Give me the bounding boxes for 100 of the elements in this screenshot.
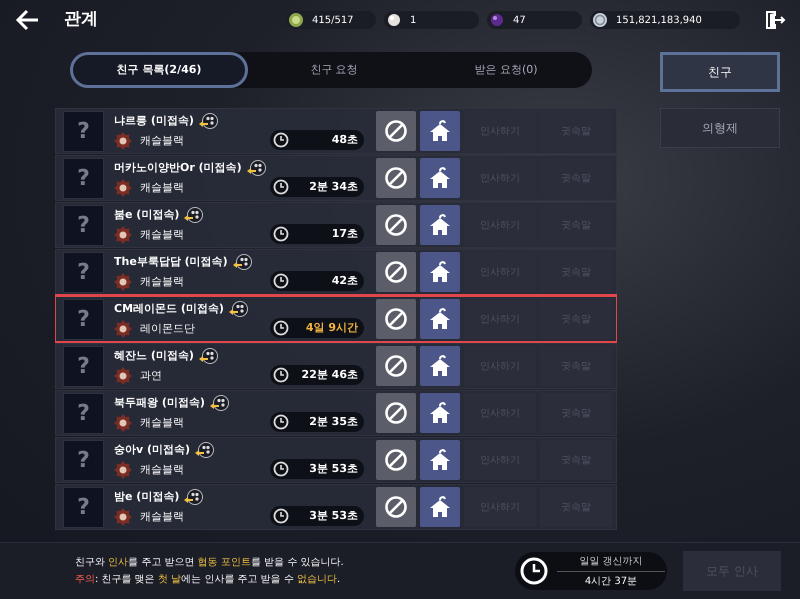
tab[interactable]: 친구 요청: [248, 52, 420, 88]
guild-emblem-icon: [114, 132, 132, 150]
house-icon: [428, 307, 452, 332]
home-visit-button[interactable]: [420, 111, 460, 151]
last-seen-time: 22분 46초: [302, 366, 358, 383]
side-tab[interactable]: 친구: [660, 52, 780, 92]
home-visit-button[interactable]: [420, 440, 460, 480]
block-icon: [384, 119, 408, 144]
avatar-placeholder: ?: [63, 110, 104, 152]
friend-name: 밤e (미접속): [114, 488, 180, 505]
block-button[interactable]: [376, 205, 416, 245]
pearl-icon: [386, 12, 402, 28]
block-icon: [384, 354, 408, 378]
clock-icon: [272, 131, 290, 149]
block-button[interactable]: [376, 111, 416, 151]
side-tab[interactable]: 의형제: [660, 108, 780, 148]
page-title: 관계: [64, 8, 98, 32]
block-button[interactable]: [376, 346, 416, 386]
home-visit-button[interactable]: [420, 205, 460, 245]
greeting-icon: [228, 300, 248, 318]
home-visit-button[interactable]: [420, 252, 460, 292]
notice-text: 친구와 인사를 주고 받으면 협동 포인트를 받을 수 있습니다.: [75, 556, 345, 570]
last-seen-time: 3분 53초: [309, 460, 358, 477]
clock-icon: [272, 319, 290, 337]
guild-name: 과연: [140, 368, 162, 384]
avatar-placeholder: ?: [63, 346, 104, 386]
guild-emblem-icon: [114, 461, 132, 479]
home-visit-button[interactable]: [420, 299, 460, 339]
avatar-placeholder: ?: [63, 486, 104, 528]
greeting-icon: [198, 112, 218, 130]
house-icon: [428, 354, 452, 378]
friend-name: 숭아v (미접속): [114, 442, 190, 458]
friend-name: 북두패왕 (미접속): [114, 394, 205, 411]
stamina-coin-icon: [288, 12, 304, 28]
house-icon: [428, 213, 452, 238]
guild-name: 캐슬블랙: [140, 414, 184, 431]
home-visit-button[interactable]: [420, 346, 460, 386]
block-icon: [384, 260, 408, 284]
notice-text: 주의: 친구를 맺은 첫 날에는 인사를 주고 받을 수 없습니다.: [75, 573, 342, 587]
currency-amount: 1: [410, 14, 416, 28]
reset-countdown: 4시간 37분: [584, 574, 638, 588]
block-icon: [384, 401, 408, 426]
block-button[interactable]: [376, 440, 416, 480]
greeting-icon: [232, 253, 252, 271]
greeting-icon: [183, 206, 204, 224]
guild-name: 캐슬블랙: [140, 462, 184, 478]
last-seen-time: 4일 9시간: [306, 320, 358, 336]
friend-name: 붐e (미접속): [114, 206, 180, 223]
greeting-icon: [194, 441, 214, 459]
block-button[interactable]: [376, 299, 416, 339]
block-icon: [384, 448, 408, 472]
last-seen-time: 2분 34초: [309, 178, 358, 195]
guild-name: 캐슬블랙: [140, 180, 184, 196]
clock-icon: [272, 272, 290, 290]
block-icon: [384, 166, 408, 190]
friend-name: 냐르릉 (미접속): [114, 112, 194, 129]
last-seen-time: 2분 35초: [309, 414, 358, 430]
block-icon: [384, 307, 408, 332]
last-seen-time: 48초: [332, 132, 358, 148]
guild-emblem-icon: [114, 273, 132, 291]
clock-icon: [519, 556, 549, 586]
guild-emblem-icon: [114, 226, 132, 244]
greeting-icon: [246, 159, 266, 177]
block-button[interactable]: [376, 252, 416, 292]
tab[interactable]: 친구 목록(2/46): [70, 52, 248, 88]
greeting-icon: [198, 347, 218, 365]
last-seen-time: 3분 53초: [309, 508, 358, 524]
coin-icon: [592, 12, 608, 28]
friend-name: The부룩답답 (미접속): [114, 254, 228, 270]
home-visit-button[interactable]: [420, 487, 460, 527]
guild-emblem-icon: [114, 179, 132, 197]
guild-name: 레이몬드단: [140, 320, 195, 337]
exit-icon[interactable]: [764, 9, 786, 31]
clock-icon: [272, 413, 290, 431]
tab[interactable]: 받은 요청(0): [420, 52, 592, 88]
greeting-icon: [208, 394, 229, 412]
guild-name: 캐슬블랙: [140, 274, 184, 290]
block-button[interactable]: [376, 393, 416, 433]
friend-name: 혜잔느 (미접속): [114, 348, 194, 364]
clock-icon: [272, 366, 290, 384]
guild-name: 캐슬블랙: [140, 226, 184, 243]
avatar-placeholder: ?: [63, 298, 104, 340]
last-seen-time: 42초: [332, 272, 358, 289]
guild-emblem-icon: [114, 367, 132, 385]
currency-amount: 151,821,183,940: [616, 14, 702, 28]
clock-icon: [272, 178, 290, 196]
block-button[interactable]: [376, 487, 416, 527]
clock-icon: [272, 507, 290, 525]
home-visit-button[interactable]: [420, 158, 460, 198]
currency-amount: 47: [513, 14, 526, 28]
home-visit-button[interactable]: [420, 393, 460, 433]
avatar-placeholder: ?: [63, 252, 104, 292]
avatar-placeholder: ?: [63, 392, 104, 434]
house-icon: [428, 166, 452, 190]
orb-icon: [489, 12, 505, 28]
clock-icon: [272, 460, 290, 478]
clock-icon: [272, 225, 290, 243]
house-icon: [428, 448, 452, 472]
block-button[interactable]: [376, 158, 416, 198]
avatar-placeholder: ?: [63, 204, 104, 246]
